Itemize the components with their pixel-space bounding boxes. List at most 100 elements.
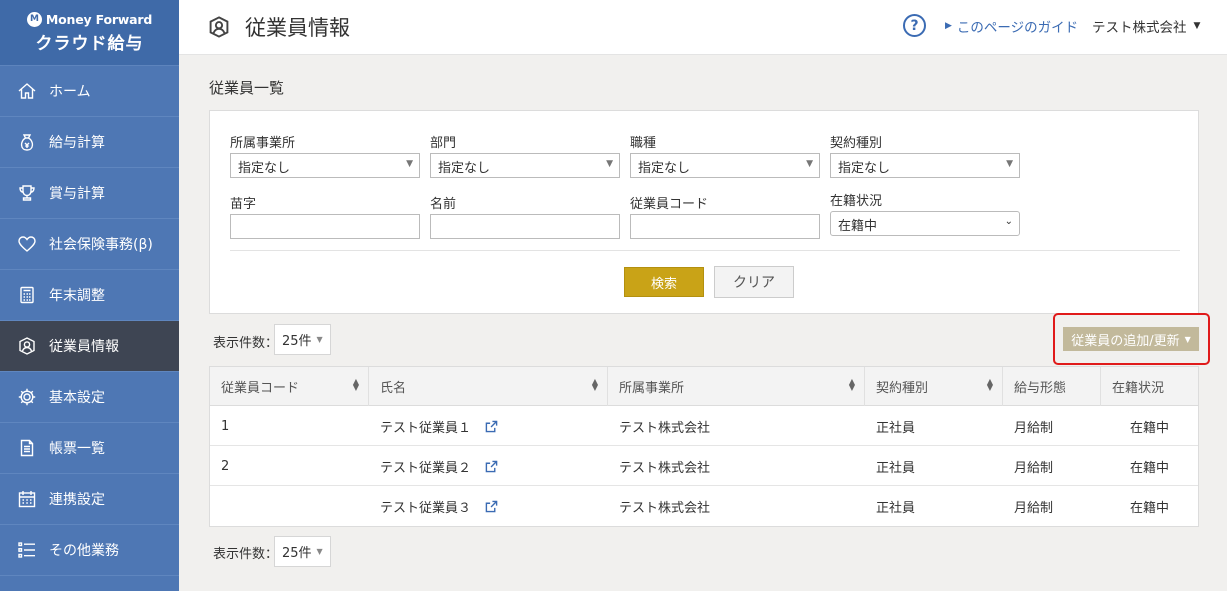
cell-contract: 正社員 bbox=[876, 460, 916, 476]
sidebar-item-label: 連携設定 bbox=[49, 492, 105, 508]
dept-select[interactable]: 指定なし ▼ bbox=[430, 153, 620, 178]
name-input[interactable] bbox=[430, 214, 620, 239]
cell-contract: 正社員 bbox=[876, 420, 916, 436]
column-header-label: 所属事業所 bbox=[619, 381, 685, 396]
sort-icon: ▲ ▼ bbox=[848, 377, 855, 392]
cell-status: 在籍中 bbox=[1129, 420, 1169, 436]
cell-code bbox=[210, 486, 369, 526]
dept-filter: 部門 指定なし ▼ bbox=[430, 132, 620, 178]
sidebar-item-integration[interactable]: 連携設定 bbox=[0, 474, 179, 525]
sidebar-item-social-insurance[interactable]: 社会保険事務(β) bbox=[0, 219, 179, 270]
sort-icon: ▲ ▼ bbox=[591, 377, 598, 392]
employee-code-input[interactable] bbox=[630, 214, 820, 239]
column-header-label: 氏名 bbox=[380, 381, 407, 396]
search-button[interactable]: 検索 bbox=[624, 267, 704, 297]
trophy-icon bbox=[16, 182, 38, 204]
sidebar-item-bonus[interactable]: 賞与計算 bbox=[0, 168, 179, 219]
cell-name: テスト従業員３ bbox=[369, 486, 608, 526]
sidebar-item-label: 社会保険事務(β) bbox=[49, 237, 153, 253]
surname-input[interactable] bbox=[230, 214, 420, 239]
cell-pay-type: 月給制 bbox=[1014, 460, 1054, 476]
cell-code: 2 bbox=[221, 458, 230, 474]
status-label: 在籍状況 bbox=[830, 194, 883, 209]
cell-name: テスト従業員１ bbox=[369, 406, 608, 446]
sidebar-item-settings[interactable]: 基本設定 bbox=[0, 372, 179, 423]
contract-select-value: 指定なし bbox=[838, 161, 891, 176]
dropdown-arrow-icon: ▼ bbox=[1006, 159, 1013, 169]
dropdown-arrow-icon: ▼ bbox=[606, 159, 613, 169]
office-select[interactable]: 指定なし ▼ bbox=[230, 153, 420, 178]
column-header-label: 給与形態 bbox=[1014, 381, 1067, 396]
clear-button[interactable]: クリア bbox=[714, 266, 794, 298]
column-header-status: 在籍状況 bbox=[1101, 367, 1198, 406]
divider bbox=[230, 250, 1180, 251]
job-select[interactable]: 指定なし ▼ bbox=[630, 153, 820, 178]
sidebar-item-payroll[interactable]: 給与計算 bbox=[0, 117, 179, 168]
section-title: 従業員一覧 bbox=[209, 79, 285, 97]
per-page-select-bottom[interactable]: 25件 ▼ bbox=[274, 536, 331, 567]
table-row: テスト従業員３ テスト株式会社 正社員 月給制 在籍中 bbox=[210, 486, 1198, 526]
sidebar-item-label: 帳票一覧 bbox=[49, 441, 105, 457]
dropdown-arrow-icon: ▼ bbox=[316, 547, 323, 556]
status-filter: 在籍状況 在籍中 ⌄ bbox=[830, 190, 1020, 236]
page-guide-link[interactable]: ▶ このページのガイド bbox=[945, 16, 1078, 36]
search-panel: 所属事業所 指定なし ▼ 部門 指定なし ▼ 職種 指定なし ▼ 契約種別 指定なし ▼… bbox=[209, 110, 1199, 314]
table-header: 従業員コード ▲ ▼ 氏名 ▲ ▼ 所属事業所 ▲ ▼ 契約種別 ▲ ▼ 給与形態 在籍状況 bbox=[210, 367, 1198, 406]
cell-name: テスト従業員２ bbox=[369, 446, 608, 486]
column-header-name[interactable]: 氏名 ▲ ▼ bbox=[369, 367, 608, 406]
sidebar-item-label: 基本設定 bbox=[49, 390, 105, 406]
sidebar-item-reports[interactable]: 帳票一覧 bbox=[0, 423, 179, 474]
table-row: 1 テスト従業員１ テスト株式会社 正社員 月給制 在籍中 bbox=[210, 406, 1198, 446]
dropdown-arrow-icon: ▼ bbox=[806, 159, 813, 169]
column-header-contract[interactable]: 契約種別 ▲ ▼ bbox=[865, 367, 1003, 406]
add-update-employee-button[interactable]: 従業員の追加/更新 ▼ bbox=[1063, 327, 1199, 351]
employee-name-link[interactable]: テスト従業員３ bbox=[380, 497, 471, 516]
status-select[interactable]: 在籍中 ⌄ bbox=[830, 211, 1020, 236]
cell-code: 1 bbox=[221, 418, 230, 434]
contract-select[interactable]: 指定なし ▼ bbox=[830, 153, 1020, 178]
employee-name-link[interactable]: テスト従業員１ bbox=[380, 417, 471, 436]
gear-icon bbox=[16, 386, 38, 408]
cell-pay-type: 月給制 bbox=[1014, 420, 1054, 436]
per-page-value: 25件 bbox=[282, 546, 312, 561]
sidebar-item-other[interactable]: その他業務 bbox=[0, 525, 179, 576]
document-icon bbox=[16, 437, 38, 459]
money-bag-icon bbox=[16, 131, 38, 153]
dept-filter-label: 部門 bbox=[430, 136, 457, 151]
contract-filter: 契約種別 指定なし ▼ bbox=[830, 132, 1020, 178]
per-page-select[interactable]: 25件 ▼ bbox=[274, 324, 331, 355]
column-header-office[interactable]: 所属事業所 ▲ ▼ bbox=[608, 367, 865, 406]
employee-name-link[interactable]: テスト従業員２ bbox=[380, 457, 471, 476]
sort-icon: ▲ ▼ bbox=[986, 377, 993, 392]
calendar-icon bbox=[16, 488, 38, 510]
sidebar-item-label: その他業務 bbox=[49, 543, 119, 559]
company-menu[interactable]: テスト株式会社 ▼ bbox=[1092, 16, 1200, 36]
triangle-right-icon: ▶ bbox=[945, 21, 952, 31]
column-header-code[interactable]: 従業員コード ▲ ▼ bbox=[210, 367, 369, 406]
office-filter: 所属事業所 指定なし ▼ bbox=[230, 132, 420, 178]
external-link-icon[interactable] bbox=[485, 420, 498, 433]
name-filter: 名前 bbox=[430, 193, 620, 239]
list-icon bbox=[16, 539, 38, 561]
money-forward-logo-icon: M bbox=[26, 11, 42, 27]
sidebar-item-year-end[interactable]: 年末調整 bbox=[0, 270, 179, 321]
surname-filter: 苗字 bbox=[230, 193, 420, 239]
cell-office: テスト株式会社 bbox=[619, 460, 711, 476]
chevron-down-icon: ⌄ bbox=[1004, 216, 1013, 227]
table-row: 2 テスト従業員２ テスト株式会社 正社員 月給制 在籍中 bbox=[210, 446, 1198, 486]
sidebar-item-home[interactable]: ホーム bbox=[0, 66, 179, 117]
external-link-icon[interactable] bbox=[485, 500, 498, 513]
logo[interactable]: M Money Forward クラウド給与 bbox=[0, 0, 179, 66]
header: 従業員情報 ? ▶ このページのガイド テスト株式会社 ▼ bbox=[179, 0, 1227, 55]
dropdown-arrow-icon: ▼ bbox=[1184, 334, 1191, 344]
brand-top: Money Forward bbox=[45, 11, 153, 27]
help-icon[interactable]: ? bbox=[903, 14, 926, 37]
heart-icon bbox=[16, 233, 38, 255]
sidebar-item-employee-info[interactable]: 従業員情報 bbox=[0, 321, 179, 372]
external-link-icon[interactable] bbox=[485, 460, 498, 473]
sidebar-item-label: 給与計算 bbox=[49, 135, 105, 151]
employee-icon bbox=[209, 16, 229, 38]
home-icon bbox=[16, 80, 38, 102]
column-header-label: 従業員コード bbox=[221, 381, 300, 396]
sidebar-item-label: 年末調整 bbox=[49, 288, 105, 304]
